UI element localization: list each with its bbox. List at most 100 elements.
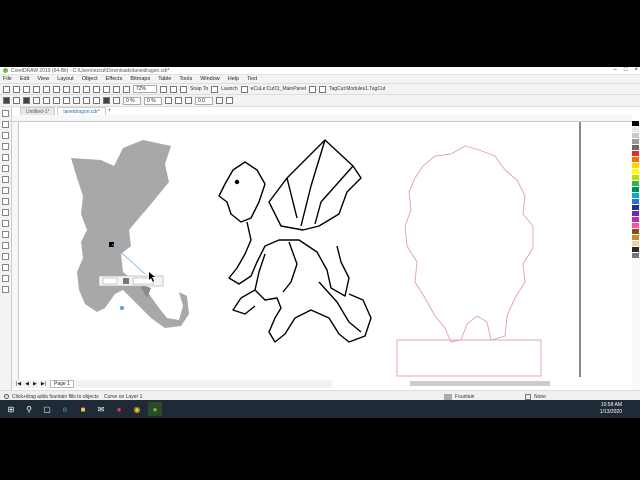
shape-tool-icon[interactable] (2, 121, 9, 128)
menu-object[interactable]: Object (82, 76, 98, 82)
open-button[interactable] (13, 85, 20, 93)
macro-panel2-button[interactable]: TagCut:Modules1.TagCut (329, 86, 385, 92)
acceleration-field[interactable]: 0.0 (195, 96, 213, 105)
palette-swatch[interactable] (632, 151, 639, 156)
print-button[interactable] (33, 85, 40, 93)
palette-swatch[interactable] (632, 211, 639, 216)
texture-fill-button[interactable] (43, 97, 50, 104)
smart-fill-tool-icon[interactable] (2, 286, 9, 293)
new-document-button[interactable] (3, 85, 10, 93)
menu-table[interactable]: Table (158, 76, 171, 82)
ellipse-tool-icon[interactable] (2, 187, 9, 194)
import-button[interactable] (103, 85, 110, 93)
mail-icon[interactable]: ✉ (94, 402, 108, 416)
eyedropper-tool-icon[interactable] (2, 264, 9, 271)
tab-untitled[interactable]: Untitled-1* (20, 107, 56, 115)
artistic-media-tool-icon[interactable] (2, 165, 9, 172)
conical-fill-button[interactable] (73, 97, 80, 104)
node-color-button[interactable] (103, 97, 110, 104)
palette-swatch[interactable] (632, 217, 639, 222)
node-transparency-button[interactable] (113, 97, 120, 104)
menu-help[interactable]: Help (228, 76, 239, 82)
zoom-level-field[interactable]: 72% (133, 85, 157, 93)
page-tab[interactable]: Page 1 (50, 380, 74, 388)
palette-swatch[interactable] (632, 229, 639, 234)
menu-text[interactable]: Text (247, 76, 257, 82)
menu-effects[interactable]: Effects (106, 76, 123, 82)
pick-tool-icon[interactable] (2, 110, 9, 117)
palette-swatch[interactable] (632, 187, 639, 192)
horizontal-ruler[interactable] (12, 115, 632, 122)
copy-button[interactable] (53, 85, 60, 93)
recorder-icon[interactable]: ● (112, 402, 126, 416)
task-view-icon[interactable]: ▢ (40, 402, 54, 416)
add-tab-icon[interactable]: + (108, 107, 112, 115)
menu-window[interactable]: Window (200, 76, 220, 82)
palette-swatch[interactable] (632, 235, 639, 240)
first-page-icon[interactable]: |◀ (16, 381, 21, 387)
windows-start-icon[interactable]: ⊞ (4, 402, 18, 416)
fill-picker-button[interactable] (93, 97, 100, 104)
palette-swatch[interactable] (632, 121, 639, 126)
publish-pdf-button[interactable] (123, 85, 130, 93)
elliptical-fill-button[interactable] (63, 97, 70, 104)
horizontal-scrollbar[interactable] (410, 381, 550, 386)
macro-button[interactable] (240, 85, 248, 93)
edit-fill-button[interactable] (226, 97, 233, 104)
tab-laneidragon[interactable]: laneidragon.cdr* (57, 107, 106, 115)
drop-shadow-tool-icon[interactable] (2, 242, 9, 249)
menu-edit[interactable]: Edit (20, 76, 29, 82)
palette-swatch[interactable] (632, 169, 639, 174)
palette-swatch[interactable] (632, 199, 639, 204)
crop-tool-icon[interactable] (2, 132, 9, 139)
prev-page-icon[interactable]: ◀ (25, 381, 29, 387)
show-grid-button[interactable] (180, 85, 187, 93)
reverse-fill-button[interactable] (165, 97, 172, 104)
minimize-icon[interactable]: – (614, 67, 617, 73)
connector-tool-icon[interactable] (2, 231, 9, 238)
palette-swatch[interactable] (632, 241, 639, 246)
menu-file[interactable]: File (3, 76, 12, 82)
zoom-tool-icon[interactable] (2, 143, 9, 150)
cut-button[interactable] (43, 85, 50, 93)
search-content-button[interactable] (93, 85, 100, 93)
text-tool-icon[interactable] (2, 209, 9, 216)
palette-swatch[interactable] (632, 139, 639, 144)
rectangle-tool-icon[interactable] (2, 176, 9, 183)
copy-fill-button[interactable] (216, 97, 223, 104)
macro-button-3[interactable] (318, 85, 326, 93)
transparency-tool-icon[interactable] (2, 253, 9, 260)
interactive-fill-tool-icon[interactable] (2, 275, 9, 282)
undo-button[interactable] (73, 85, 80, 93)
edge-browser-icon[interactable]: e (58, 402, 72, 416)
palette-swatch[interactable] (632, 205, 639, 210)
chrome-icon[interactable]: ◉ (130, 402, 144, 416)
snap-to-dropdown[interactable]: Snap To (190, 86, 208, 92)
palette-swatch[interactable] (632, 247, 639, 252)
palette-swatch[interactable] (632, 157, 639, 162)
paste-button[interactable] (63, 85, 70, 93)
macro-panel1-button[interactable]: eCuLe:CutCt_MainPanel (251, 86, 306, 92)
close-icon[interactable]: × (634, 67, 638, 73)
menu-view[interactable]: View (37, 76, 49, 82)
file-explorer-icon[interactable]: ■ (76, 402, 90, 416)
palette-swatch[interactable] (632, 181, 639, 186)
menu-tools[interactable]: Tools (179, 76, 192, 82)
full-screen-button[interactable] (160, 85, 167, 93)
menu-bitmaps[interactable]: Bitmaps (130, 76, 150, 82)
pattern-fill-button[interactable] (33, 97, 40, 104)
palette-swatch[interactable] (632, 115, 639, 120)
parallel-dimension-tool-icon[interactable] (2, 220, 9, 227)
export-button[interactable] (113, 85, 120, 93)
palette-swatch[interactable] (632, 127, 639, 132)
next-page-icon[interactable]: ▶ (33, 381, 37, 387)
cut-contour[interactable] (396, 145, 542, 377)
menu-layout[interactable]: Layout (57, 76, 74, 82)
wrap-fill-button[interactable] (175, 97, 182, 104)
fountain-fill-button[interactable] (23, 97, 30, 104)
polygon-tool-icon[interactable] (2, 198, 9, 205)
palette-swatch[interactable] (632, 253, 639, 258)
system-clock[interactable]: 10:58 AM 1/13/2020 (600, 402, 622, 416)
linear-fill-button[interactable] (53, 97, 60, 104)
lineart-dragon[interactable] (218, 139, 372, 343)
